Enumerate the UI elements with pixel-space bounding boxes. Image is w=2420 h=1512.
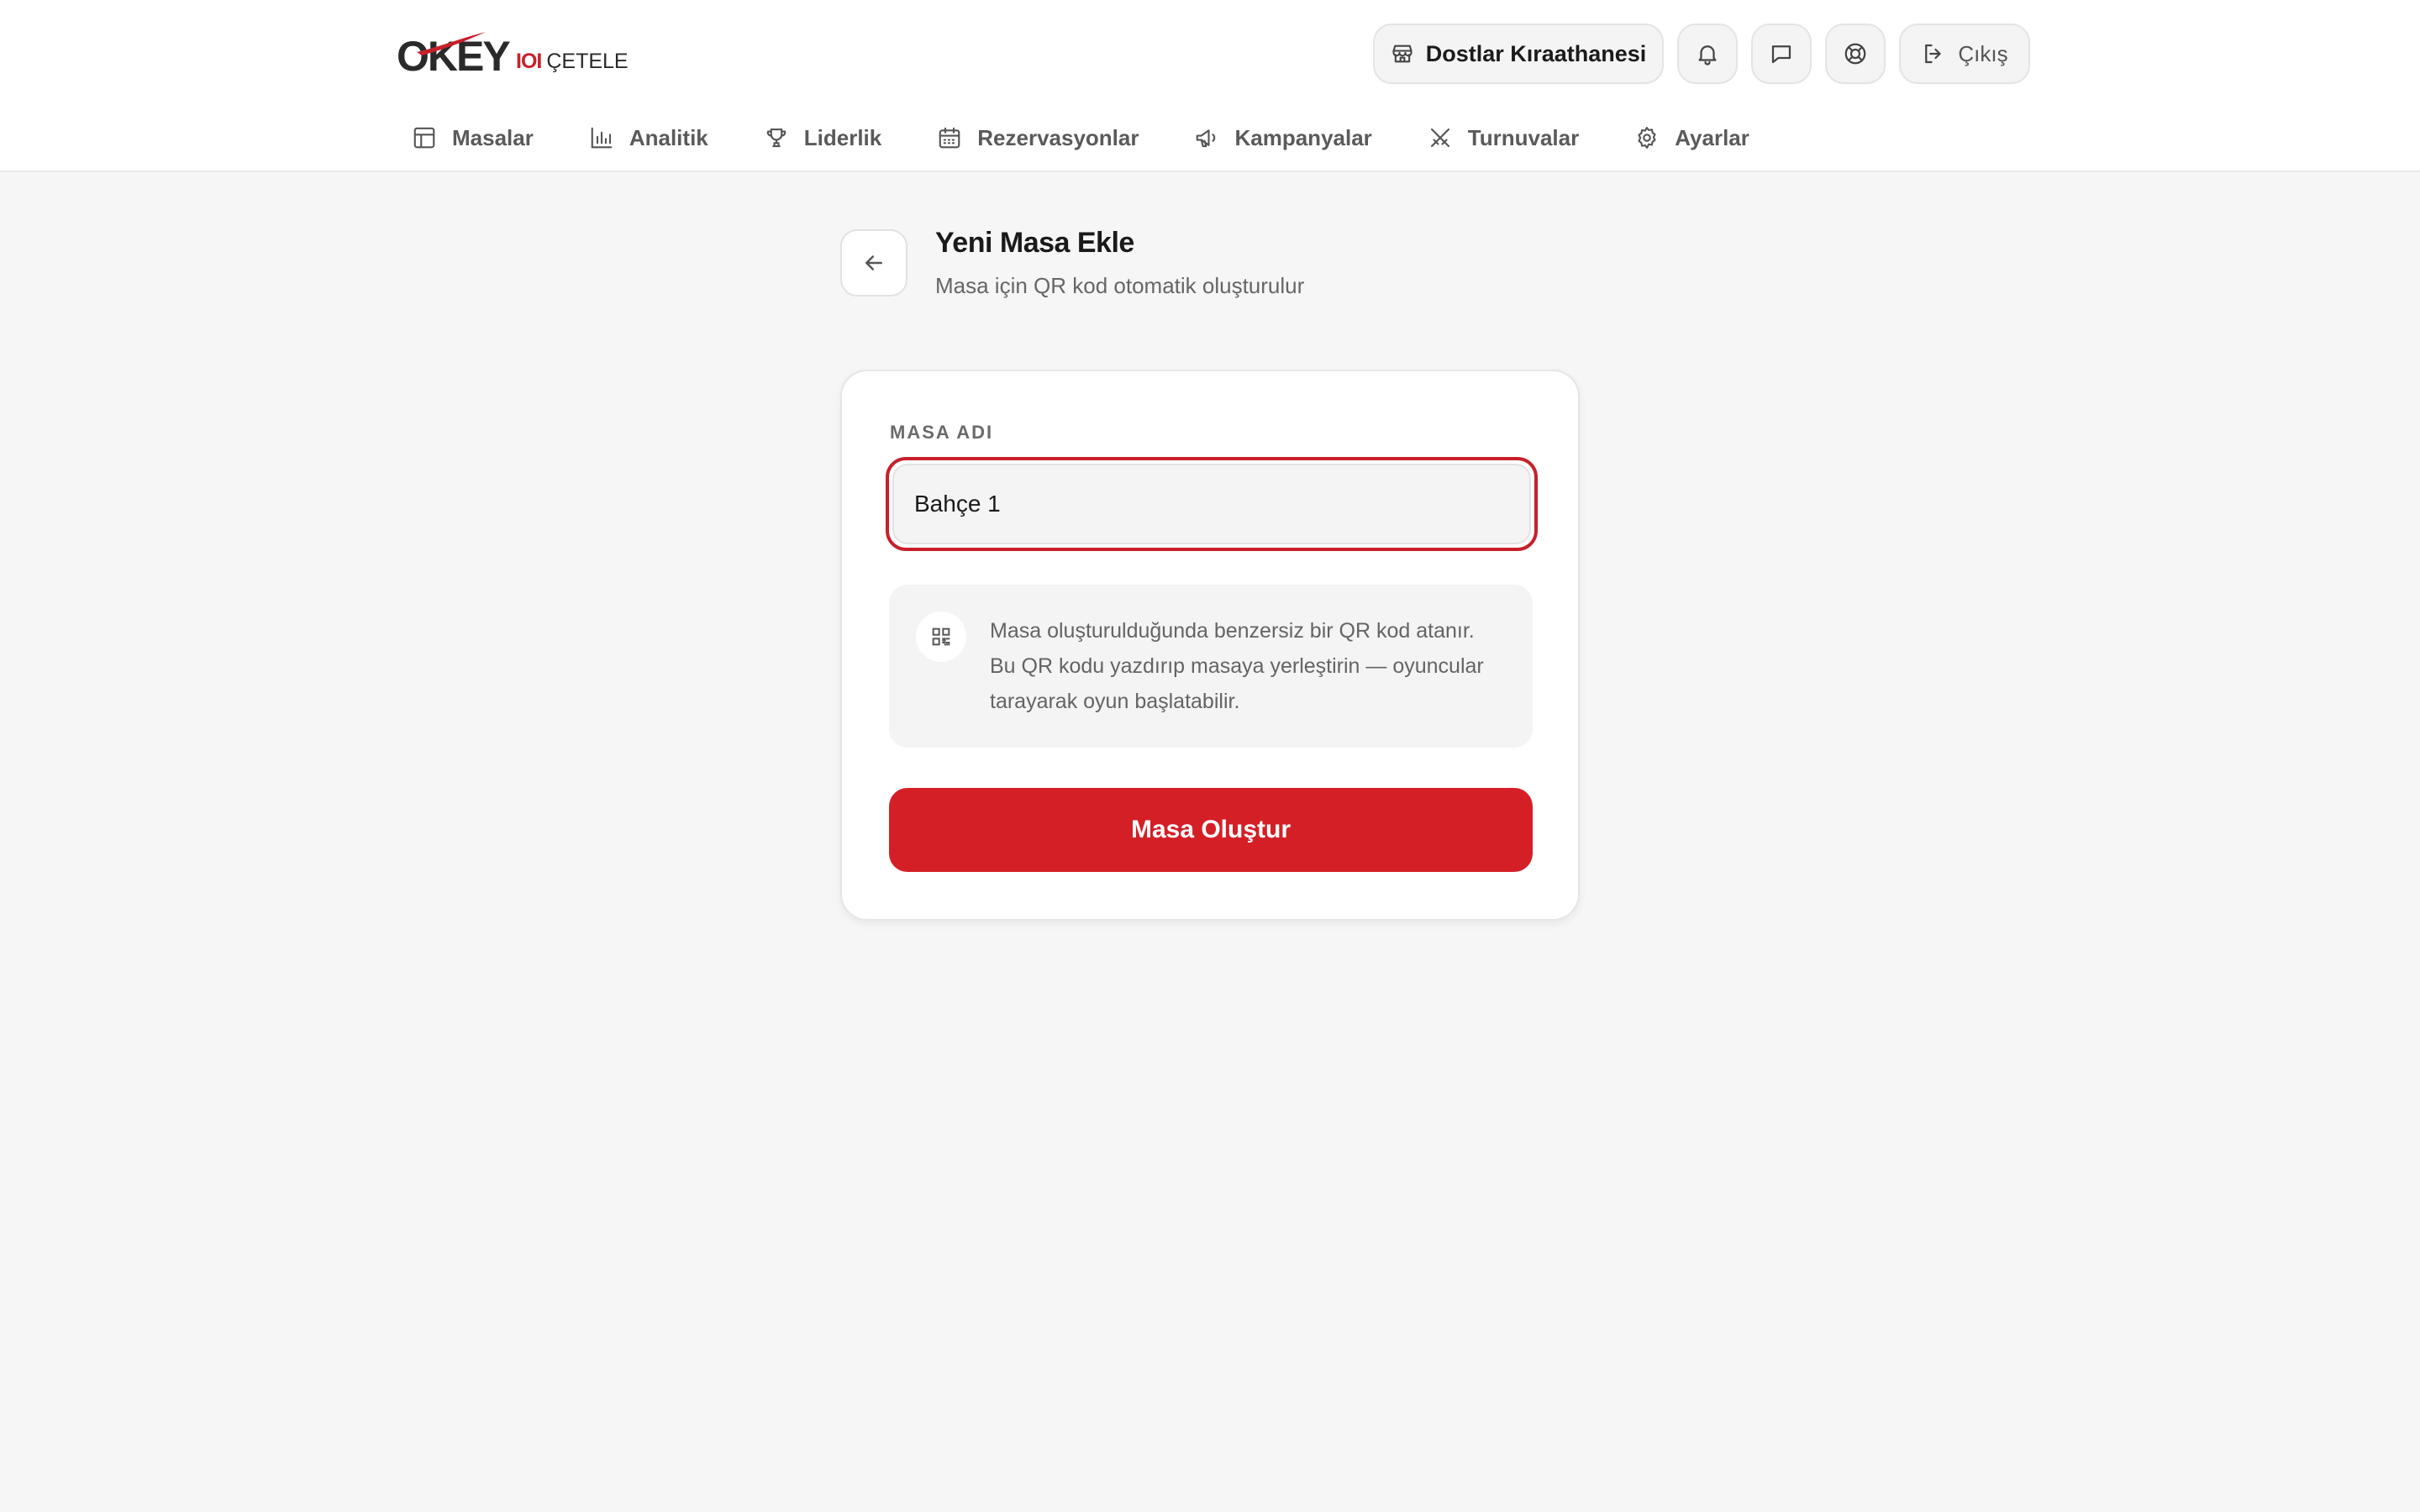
calendar-icon (937, 125, 962, 150)
page-title: Yeni Masa Ekle (935, 227, 1134, 259)
qr-code-icon (929, 625, 953, 648)
chat-icon (1769, 41, 1794, 66)
megaphone-icon (1194, 125, 1219, 150)
logout-button[interactable]: Çıkış (1899, 24, 2030, 84)
logout-icon (1921, 41, 1946, 66)
main-nav: Masalar Analitik Liderlik Rezervasyonlar… (412, 119, 1805, 156)
nav-label: Ayarlar (1675, 124, 1749, 150)
table-name-input[interactable] (892, 464, 1531, 544)
nav-item-ayarlar[interactable]: Ayarlar (1634, 125, 1749, 151)
messages-button[interactable] (1751, 24, 1812, 84)
top-header: OKEY IOI ÇETELE Dostlar Kıraathanesi Çık… (0, 0, 2420, 172)
venue-selector-button[interactable]: Dostlar Kıraathanesi (1373, 24, 1664, 84)
nav-item-rezervasyonlar[interactable]: Rezervasyonlar (937, 125, 1139, 151)
logo-sub-text: ÇETELE (546, 50, 629, 73)
trophy-icon (764, 125, 789, 150)
create-table-button[interactable]: Masa Oluştur (889, 788, 1533, 872)
lifebuoy-icon (1843, 41, 1868, 66)
logo-swoosh-icon (417, 32, 486, 55)
table-name-focus-ring (886, 457, 1538, 551)
new-table-form-card: MASA ADI Masa oluşturulduğunda benzersiz… (840, 370, 1580, 921)
qr-badge (916, 612, 966, 662)
support-button[interactable] (1825, 24, 1886, 84)
logo-mark: IOI (516, 50, 542, 73)
nav-label: Turnuvalar (1467, 124, 1580, 150)
swords-icon (1428, 125, 1453, 150)
brand-logo[interactable]: OKEY IOI ÇETELE (397, 30, 629, 82)
qr-info-box: Masa oluşturulduğunda benzersiz bir QR k… (889, 585, 1533, 748)
gear-icon (1634, 125, 1660, 150)
nav-label: Kampanyalar (1234, 124, 1372, 150)
nav-item-turnuvalar[interactable]: Turnuvalar (1428, 125, 1579, 151)
notifications-button[interactable] (1677, 24, 1738, 84)
back-button[interactable] (840, 229, 908, 297)
nav-item-liderlik[interactable]: Liderlik (764, 125, 881, 151)
nav-label: Rezervasyonlar (977, 124, 1139, 150)
venue-name: Dostlar Kıraathanesi (1425, 40, 1647, 66)
table-name-label: MASA ADI (890, 422, 994, 443)
qr-info-text: Masa oluşturulduğunda benzersiz bir QR k… (990, 619, 1484, 713)
nav-label: Liderlik (803, 124, 882, 150)
nav-label: Masalar (452, 124, 534, 150)
nav-item-analitik[interactable]: Analitik (589, 125, 708, 151)
page-subtitle: Masa için QR kod otomatik oluşturulur (935, 273, 1305, 298)
nav-item-kampanyalar[interactable]: Kampanyalar (1194, 124, 1372, 151)
logout-label: Çıkış (1958, 40, 2008, 66)
nav-label: Analitik (629, 124, 708, 150)
arrow-left-icon (861, 250, 886, 276)
bar-chart-icon (589, 125, 614, 150)
nav-item-masalar[interactable]: Masalar (412, 125, 534, 151)
store-icon (1391, 42, 1414, 66)
bell-icon (1695, 41, 1720, 66)
logo-subtitle: IOI ÇETELE (516, 49, 629, 74)
table-icon (412, 125, 437, 150)
